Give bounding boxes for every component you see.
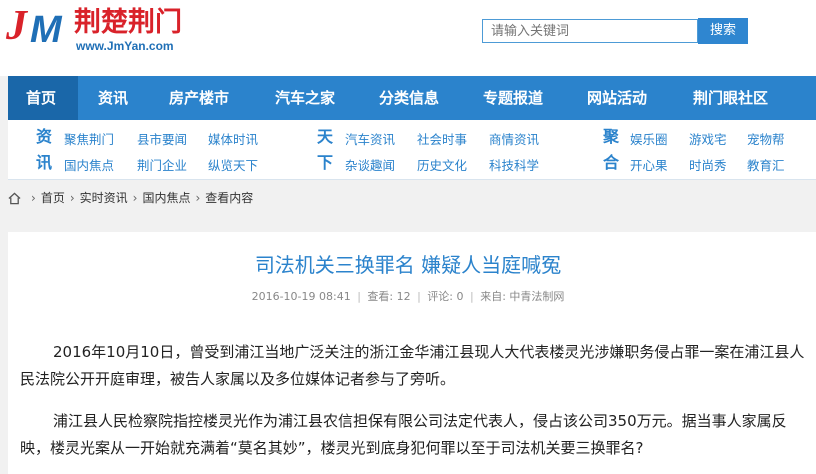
subnav-link[interactable]: 游戏宅 <box>689 132 727 148</box>
subnav-group-label: 合 <box>603 153 620 172</box>
article: 司法机关三换罪名 嫌疑人当庭喊冤 2016-10-19 08:41 | 查看: … <box>8 232 816 474</box>
breadcrumb-current: 查看内容 <box>205 191 254 205</box>
subnav-link[interactable]: 社会时事 <box>417 132 467 148</box>
subnav-link[interactable]: 娱乐圈 <box>630 132 668 148</box>
sub-nav: 资 讯 聚焦荆门 县市要闻 媒体时讯 国内焦点 荆门企业 纵览天下 天 下 汽车… <box>8 120 816 180</box>
subnav-link[interactable]: 商情资讯 <box>489 132 539 148</box>
logo-letter-m: M <box>30 9 62 51</box>
subnav-link[interactable]: 宠物帮 <box>747 132 785 148</box>
subnav-group-label: 聚 <box>603 127 620 146</box>
breadcrumb-separator: › <box>31 191 36 205</box>
subnav-link[interactable]: 时尚秀 <box>689 158 727 174</box>
subnav-group-label: 下 <box>317 153 334 172</box>
nav-item-auto[interactable]: 汽车之家 <box>253 76 357 120</box>
article-source: 来自: 中青法制网 <box>480 290 565 303</box>
site-logo[interactable]: J M 荆楚荆门 www.JmYan.com <box>6 2 206 58</box>
nav-item-topics[interactable]: 专题报道 <box>461 76 565 120</box>
subnav-link[interactable]: 历史文化 <box>417 158 467 174</box>
breadcrumb-separator: › <box>132 191 138 205</box>
subnav-link[interactable]: 科技科学 <box>489 158 539 174</box>
nav-item-news[interactable]: 资讯 <box>78 76 151 120</box>
subnav-link[interactable]: 县市要闻 <box>137 132 187 148</box>
subnav-link[interactable]: 杂谈趣闻 <box>345 158 395 174</box>
article-meta: 2016-10-19 08:41 | 查看: 12 | 评论: 0 | 来自: … <box>251 290 565 303</box>
subnav-link[interactable]: 荆门企业 <box>137 158 187 174</box>
subnav-link[interactable]: 国内焦点 <box>64 158 114 174</box>
search-input[interactable] <box>482 19 698 43</box>
nav-item-events[interactable]: 网站活动 <box>565 76 669 120</box>
article-comments[interactable]: 评论: 0 <box>427 290 463 303</box>
breadcrumb-home[interactable]: 首页 <box>41 188 65 208</box>
breadcrumb-realtime-news[interactable]: 实时资讯 <box>80 188 128 208</box>
home-icon[interactable] <box>8 192 21 205</box>
subnav-group-label: 资 <box>36 127 53 146</box>
breadcrumb-separator: › <box>69 191 75 205</box>
subnav-link[interactable]: 开心果 <box>630 158 668 174</box>
article-date: 2016-10-19 08:41 <box>251 290 351 303</box>
article-paragraph: 浦江县人民检察院指控楼灵光作为浦江县农信担保有限公司法定代表人，侵占该公司350… <box>20 412 787 457</box>
subnav-link[interactable]: 聚焦荆门 <box>64 132 114 148</box>
search-button[interactable]: 搜索 <box>698 18 748 44</box>
subnav-group-label: 讯 <box>36 153 53 172</box>
subnav-link[interactable]: 纵览天下 <box>208 158 258 174</box>
article-paragraph: 2016年10月10日，曾受到浦江当地广泛关注的浙江金华浦江县现人大代表楼灵光涉… <box>20 343 805 388</box>
article-title: 司法机关三换罪名 嫌疑人当庭喊冤 <box>254 253 562 277</box>
logo-letter-j: J <box>6 3 27 49</box>
logo-url: www.JmYan.com <box>76 39 174 53</box>
nav-item-realestate[interactable]: 房产楼市 <box>151 76 253 120</box>
subnav-group-label: 天 <box>317 127 334 146</box>
nav-item-classifieds[interactable]: 分类信息 <box>357 76 461 120</box>
subnav-link[interactable]: 汽车资讯 <box>345 132 395 148</box>
nav-item-home[interactable]: 首页 <box>8 76 78 120</box>
breadcrumb-separator: › <box>195 191 201 205</box>
article-views: 查看: 12 <box>367 290 411 303</box>
subnav-link[interactable]: 教育汇 <box>747 158 785 174</box>
main-nav: 首页 资讯 房产楼市 汽车之家 分类信息 专题报道 网站活动 荆门眼社区 <box>8 76 816 120</box>
logo-name: 荆楚荆门 <box>74 7 182 38</box>
site-header: J M 荆楚荆门 www.JmYan.com 搜索 <box>0 0 816 76</box>
subnav-link[interactable]: 媒体时讯 <box>208 132 258 148</box>
nav-item-community[interactable]: 荆门眼社区 <box>669 76 789 120</box>
breadcrumb: › 首页 › 实时资讯 › 国内焦点 › 查看内容 <box>8 188 253 208</box>
breadcrumb-domestic-focus[interactable]: 国内焦点 <box>142 188 190 208</box>
